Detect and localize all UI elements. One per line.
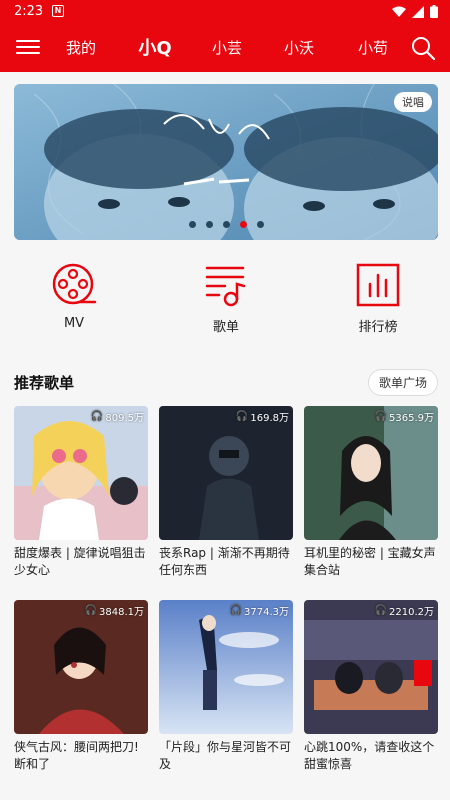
headphones-icon: 🎧 <box>235 411 249 422</box>
tab-xiaoq[interactable]: 小Q <box>134 34 176 60</box>
headphones-icon: 🎧 <box>229 605 242 616</box>
playlist-card[interactable]: 🎧 169.8万 丧系Rap | 渐渐不再期待任何东西 <box>159 406 293 579</box>
status-time: 2:23 <box>14 4 44 19</box>
banner-image <box>14 84 438 240</box>
carousel-dot[interactable] <box>222 221 230 228</box>
cover-art <box>159 600 293 734</box>
playlist-title: 心跳100%，请查收这个甜蜜惊喜 <box>304 740 435 771</box>
play-count: 🎧 3848.1万 <box>85 603 144 618</box>
status-bar: 2:23 N <box>0 0 450 24</box>
playlist-cover: 🎧 3774.3万 <box>159 600 293 734</box>
chart-icon <box>356 263 400 307</box>
notification-icon: N <box>52 5 64 17</box>
cover-art <box>159 406 293 540</box>
quick-link-playlist[interactable]: 歌单 <box>181 262 271 335</box>
quick-link-label: MV <box>63 316 85 331</box>
playlist-title: 耳机里的秘密 | 宝藏女声集合站 <box>304 546 436 577</box>
playlist-card[interactable]: 🎧 5365.9万 耳机里的秘密 | 宝藏女声集合站 <box>304 406 438 579</box>
playlist-card[interactable]: 🎧 3774.3万 「片段」你与星河皆不可及 <box>159 600 293 773</box>
headphones-icon: 🎧 <box>374 411 387 422</box>
playlist-card[interactable]: 🎧 3848.1万 侠气古风：腰间两把刀!断和了 <box>14 600 148 773</box>
tab-xiaowo[interactable]: 小沃 <box>280 37 318 58</box>
play-count-value: 5365.9万 <box>389 413 434 424</box>
carousel-dot[interactable] <box>205 221 213 228</box>
banner-carousel[interactable]: 说唱 <box>14 84 438 240</box>
banner-genre-badge: 说唱 <box>394 92 432 112</box>
signal-icon <box>412 5 424 18</box>
carousel-dot[interactable] <box>188 221 196 228</box>
playlist-cover: 🎧 809.5万 <box>14 406 148 540</box>
playlist-square-button[interactable]: 歌单广场 <box>367 369 438 396</box>
cover-art <box>14 406 148 540</box>
cover-art <box>304 406 438 540</box>
play-count: 🎧 169.8万 <box>236 409 289 424</box>
play-count-value: 3774.3万 <box>244 607 289 618</box>
quick-link-label: 排行榜 <box>358 320 398 335</box>
top-nav: 我的 小Q 小芸 小沃 小苟 <box>0 24 450 72</box>
battery-icon <box>430 5 438 18</box>
status-icons <box>392 5 438 18</box>
quick-link-mv[interactable]: MV <box>29 262 119 331</box>
playlist-card[interactable]: 🎧 809.5万 甜度爆表 | 旋律说唱狙击少女心 <box>14 406 148 579</box>
play-count-value: 169.8万 <box>250 413 289 424</box>
headphones-icon: 🎧 <box>90 411 104 422</box>
menu-icon[interactable] <box>16 36 40 60</box>
play-count-value: 2210.2万 <box>389 607 434 618</box>
playlist-title: 「片段」你与星河皆不可及 <box>159 740 292 771</box>
quick-links: MV 歌单 排行榜 <box>0 262 450 342</box>
carousel-dots <box>14 221 438 228</box>
headphones-icon: 🎧 <box>374 605 387 616</box>
playlist-icon <box>205 266 246 307</box>
wifi-icon <box>392 6 406 17</box>
search-icon[interactable] <box>410 35 436 61</box>
film-reel-icon <box>52 263 97 305</box>
playlist-cover: 🎧 169.8万 <box>159 406 293 540</box>
tab-mine[interactable]: 我的 <box>62 37 100 58</box>
section-title: 推荐歌单 <box>14 374 75 392</box>
playlist-title: 侠气古风：腰间两把刀!断和了 <box>14 740 139 771</box>
playlist-title: 甜度爆表 | 旋律说唱狙击少女心 <box>14 546 146 577</box>
play-count: 🎧 5365.9万 <box>375 409 434 424</box>
play-count: 🎧 3774.3万 <box>230 603 289 618</box>
quick-link-label: 歌单 <box>212 320 239 335</box>
tab-xiaoyun[interactable]: 小芸 <box>208 37 246 58</box>
playlist-cover: 🎧 2210.2万 <box>304 600 438 734</box>
headphones-icon: 🎧 <box>84 605 97 616</box>
quick-link-charts[interactable]: 排行榜 <box>333 262 423 335</box>
carousel-dot[interactable] <box>256 221 264 228</box>
play-count: 🎧 809.5万 <box>91 409 144 424</box>
carousel-dot-active[interactable] <box>239 221 247 228</box>
playlist-title: 丧系Rap | 渐渐不再期待任何东西 <box>159 546 290 577</box>
play-count-value: 3848.1万 <box>99 607 144 618</box>
cover-art <box>14 600 148 734</box>
play-count: 🎧 2210.2万 <box>375 603 434 618</box>
play-count-value: 809.5万 <box>105 413 144 424</box>
cover-art <box>304 600 438 734</box>
playlist-cover: 🎧 5365.9万 <box>304 406 438 540</box>
tab-xiaogou[interactable]: 小苟 <box>354 37 392 58</box>
playlist-card[interactable]: 🎧 2210.2万 心跳100%，请查收这个甜蜜惊喜 <box>304 600 438 773</box>
playlist-cover: 🎧 3848.1万 <box>14 600 148 734</box>
